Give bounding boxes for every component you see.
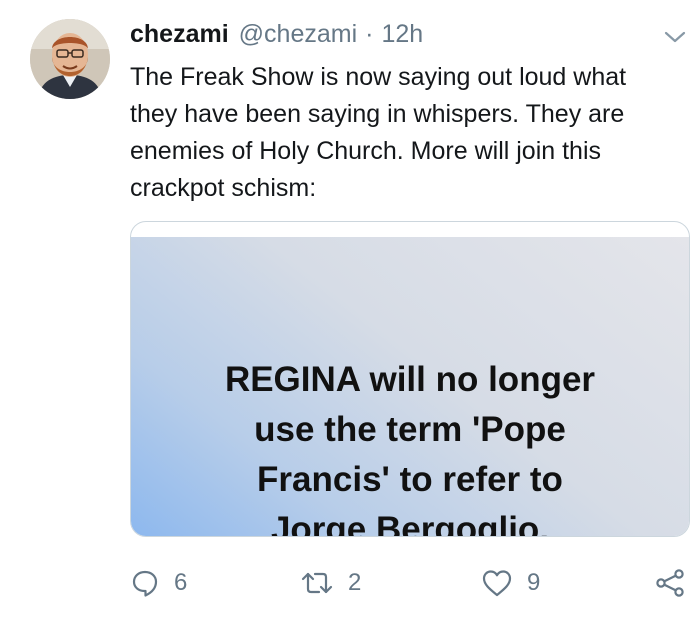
reply-button[interactable]: 6	[130, 566, 187, 600]
tweet-text-line: The Freak Show is now saying out loud wh…	[130, 63, 627, 91]
share-icon	[656, 569, 684, 597]
retweet-icon	[301, 572, 333, 594]
retweet-count: 2	[348, 569, 362, 596]
media-text-line: Francis' to refer to	[257, 460, 563, 499]
chevron-down-icon[interactable]	[664, 30, 686, 44]
like-button[interactable]: 9	[481, 566, 540, 600]
tweet-text-line: crackpot schism:	[130, 174, 317, 202]
avatar[interactable]	[30, 19, 110, 99]
reply-icon	[132, 570, 158, 597]
media-text-line: REGINA will no longer	[224, 360, 596, 399]
display-name[interactable]: chezami	[130, 20, 229, 49]
tweet[interactable]: chezami @chezami · 12h The Freak Show is…	[0, 0, 697, 623]
tweet-media[interactable]: REGINA will no longer use the term 'Pope…	[130, 221, 690, 537]
media-image-text: REGINA will no longer use the term 'Pope…	[131, 355, 689, 537]
tweet-text: The Freak Show is now saying out loud wh…	[130, 59, 685, 207]
tweet-text-line: they have been saying in whispers. They …	[130, 100, 625, 128]
user-handle[interactable]: @chezami	[239, 20, 357, 49]
timestamp[interactable]: 12h	[381, 20, 423, 49]
avatar-photo	[30, 19, 110, 99]
tweet-text-line: enemies of Holy Church. More will join t…	[130, 137, 602, 165]
tweet-actions: 6 2 9	[130, 566, 690, 600]
reply-count: 6	[174, 569, 188, 596]
like-count: 9	[527, 569, 541, 596]
media-text-line: Jorge Bergoglio.	[270, 510, 550, 537]
heart-icon	[482, 570, 512, 597]
share-button[interactable]	[654, 566, 697, 600]
media-text-line: use the term 'Pope	[254, 410, 566, 449]
retweet-button[interactable]: 2	[300, 566, 361, 600]
tweet-header: chezami @chezami · 12h	[130, 20, 423, 56]
media-image[interactable]: REGINA will no longer use the term 'Pope…	[131, 237, 689, 536]
separator-dot: ·	[365, 20, 374, 48]
